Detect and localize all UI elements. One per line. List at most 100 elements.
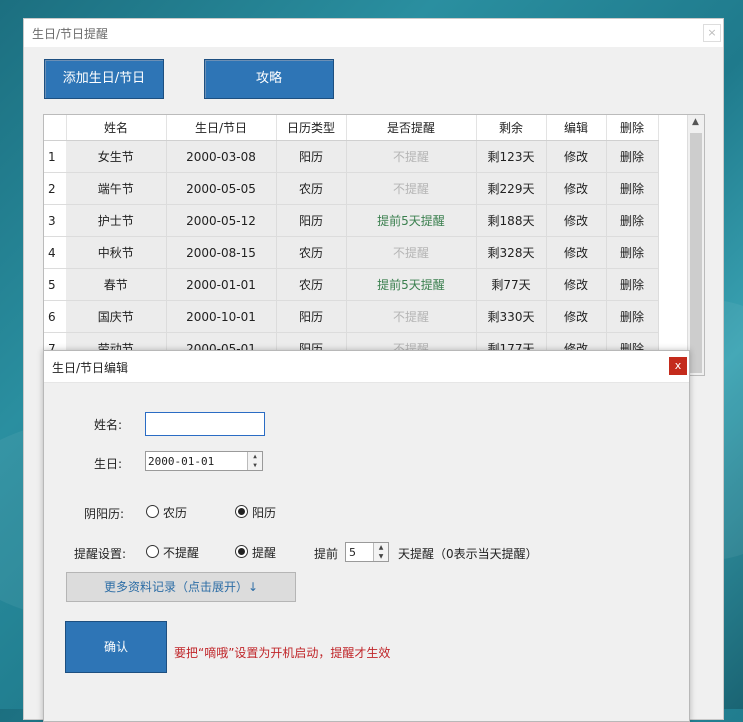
edit-link[interactable]: 修改: [546, 236, 607, 269]
table-row[interactable]: 6 国庆节 2000-10-01 阳历 不提醒 剩330天 修改 删除: [44, 300, 659, 333]
cell-calendar-type: 农历: [276, 268, 347, 301]
header-remind[interactable]: 是否提醒: [346, 115, 477, 141]
delete-link[interactable]: 删除: [606, 140, 659, 173]
cell-remaining: 剩188天: [476, 204, 547, 237]
cell-remaining: 剩330天: [476, 300, 547, 333]
cell-date: 2000-05-12: [166, 204, 277, 237]
cell-remind: 提前5天提醒: [346, 268, 477, 301]
cell-remind: 不提醒: [346, 140, 477, 173]
row-index: 4: [44, 236, 66, 269]
advance-suffix: 天提醒（0表示当天提醒）: [398, 547, 538, 561]
cell-name: 国庆节: [66, 300, 167, 333]
table-header-row: 姓名 生日/节日 日历类型 是否提醒 剩余 编辑 删除: [44, 115, 659, 141]
cell-remind: 不提醒: [346, 172, 477, 205]
cell-name: 端午节: [66, 172, 167, 205]
advance-label: 提前: [314, 547, 339, 561]
scroll-up-icon[interactable]: ▲: [692, 117, 699, 127]
advance-days-stepper[interactable]: 5 ▲ ▼: [345, 542, 389, 562]
birthday-label: 生日:: [94, 457, 123, 471]
edit-link[interactable]: 修改: [546, 140, 607, 173]
delete-link[interactable]: 删除: [606, 236, 659, 269]
autostart-warning: 要把“嘀哦”设置为开机启动，提醒才生效: [174, 646, 391, 660]
guide-button[interactable]: 攻略: [204, 59, 334, 99]
cell-calendar-type: 阳历: [276, 300, 347, 333]
delete-link[interactable]: 删除: [606, 172, 659, 205]
birthday-date-picker[interactable]: 2000-01-01 ▲ ▼: [145, 451, 263, 471]
cell-date: 2000-05-05: [166, 172, 277, 205]
header-edit[interactable]: 编辑: [546, 115, 607, 141]
add-birthday-button[interactable]: 添加生日/节日: [44, 59, 164, 99]
radio-no-remind-label[interactable]: 不提醒: [163, 544, 199, 561]
radio-lunar[interactable]: [146, 505, 159, 518]
days-spinner[interactable]: ▲ ▼: [373, 543, 388, 561]
radio-no-remind[interactable]: [146, 545, 159, 558]
radio-solar[interactable]: [235, 505, 248, 518]
cell-calendar-type: 阳历: [276, 140, 347, 173]
cell-calendar-type: 阳历: [276, 204, 347, 237]
expand-more-button[interactable]: 更多资料记录（点击展开）↓: [66, 572, 296, 602]
reminder-table: 姓名 生日/节日 日历类型 是否提醒 剩余 编辑 删除 1 女生节 2000-03-…: [43, 114, 705, 376]
cell-remaining: 剩328天: [476, 236, 547, 269]
dialog-titlebar: 生日/节日编辑 x: [44, 351, 689, 383]
confirm-button[interactable]: 确认: [65, 621, 167, 673]
cell-date: 2000-03-08: [166, 140, 277, 173]
date-spinner[interactable]: ▲ ▼: [247, 452, 262, 470]
dialog-title: 生日/节日编辑: [52, 361, 129, 375]
radio-lunar-label[interactable]: 农历: [163, 504, 187, 521]
cell-remind: 不提醒: [346, 236, 477, 269]
table-row[interactable]: 2 端午节 2000-05-05 农历 不提醒 剩229天 修改 删除: [44, 172, 659, 205]
delete-link[interactable]: 删除: [606, 268, 659, 301]
row-index: 2: [44, 172, 66, 205]
radio-solar-label[interactable]: 阳历: [252, 504, 276, 521]
cell-name: 春节: [66, 268, 167, 301]
table-row[interactable]: 3 护士节 2000-05-12 阳历 提前5天提醒 剩188天 修改 删除: [44, 204, 659, 237]
advance-days-value: 5: [349, 546, 356, 559]
radio-remind[interactable]: [235, 545, 248, 558]
edit-link[interactable]: 修改: [546, 268, 607, 301]
spin-down-icon[interactable]: ▼: [248, 461, 262, 470]
header-calendar-type[interactable]: 日历类型: [276, 115, 347, 141]
birthday-value: 2000-01-01: [148, 455, 215, 468]
edit-link[interactable]: 修改: [546, 300, 607, 333]
row-index: 1: [44, 140, 66, 173]
cell-date: 2000-01-01: [166, 268, 277, 301]
remind-label: 提醒设置:: [74, 547, 127, 561]
row-index: 6: [44, 300, 66, 333]
scroll-thumb[interactable]: [690, 133, 702, 373]
cell-calendar-type: 农历: [276, 236, 347, 269]
calendar-label: 阴阳历:: [84, 507, 125, 521]
main-window-title: 生日/节日提醒: [32, 27, 109, 41]
header-remaining[interactable]: 剩余: [476, 115, 547, 141]
radio-remind-label[interactable]: 提醒: [252, 544, 276, 561]
table-scrollbar[interactable]: ▲: [687, 115, 704, 375]
cell-name: 护士节: [66, 204, 167, 237]
delete-link[interactable]: 删除: [606, 204, 659, 237]
edit-link[interactable]: 修改: [546, 172, 607, 205]
cell-remaining: 剩77天: [476, 268, 547, 301]
header-name[interactable]: 姓名: [66, 115, 167, 141]
cell-remaining: 剩123天: [476, 140, 547, 173]
main-close-icon[interactable]: ×: [703, 24, 721, 42]
spin-down-icon[interactable]: ▼: [374, 552, 388, 561]
table-row[interactable]: 1 女生节 2000-03-08 阳历 不提醒 剩123天 修改 删除: [44, 140, 659, 173]
cell-remind: 不提醒: [346, 300, 477, 333]
name-input[interactable]: [145, 412, 265, 436]
table-row[interactable]: 4 中秋节 2000-08-15 农历 不提醒 剩328天 修改 删除: [44, 236, 659, 269]
cell-calendar-type: 农历: [276, 172, 347, 205]
edit-dialog: 生日/节日编辑 x 姓名: 生日: 2000-01-01 ▲ ▼ 阴阳历: 农历…: [43, 350, 690, 722]
spin-up-icon[interactable]: ▲: [248, 452, 262, 461]
row-index: 3: [44, 204, 66, 237]
cell-name: 女生节: [66, 140, 167, 173]
cell-remind: 提前5天提醒: [346, 204, 477, 237]
cell-date: 2000-08-15: [166, 236, 277, 269]
row-index: 5: [44, 268, 66, 301]
delete-link[interactable]: 删除: [606, 300, 659, 333]
header-delete[interactable]: 删除: [606, 115, 659, 141]
main-titlebar: 生日/节日提醒 ×: [24, 19, 723, 47]
edit-link[interactable]: 修改: [546, 204, 607, 237]
table-row[interactable]: 5 春节 2000-01-01 农历 提前5天提醒 剩77天 修改 删除: [44, 268, 659, 301]
dialog-close-icon[interactable]: x: [669, 357, 687, 375]
spin-up-icon[interactable]: ▲: [374, 543, 388, 552]
header-date[interactable]: 生日/节日: [166, 115, 277, 141]
cell-name: 中秋节: [66, 236, 167, 269]
